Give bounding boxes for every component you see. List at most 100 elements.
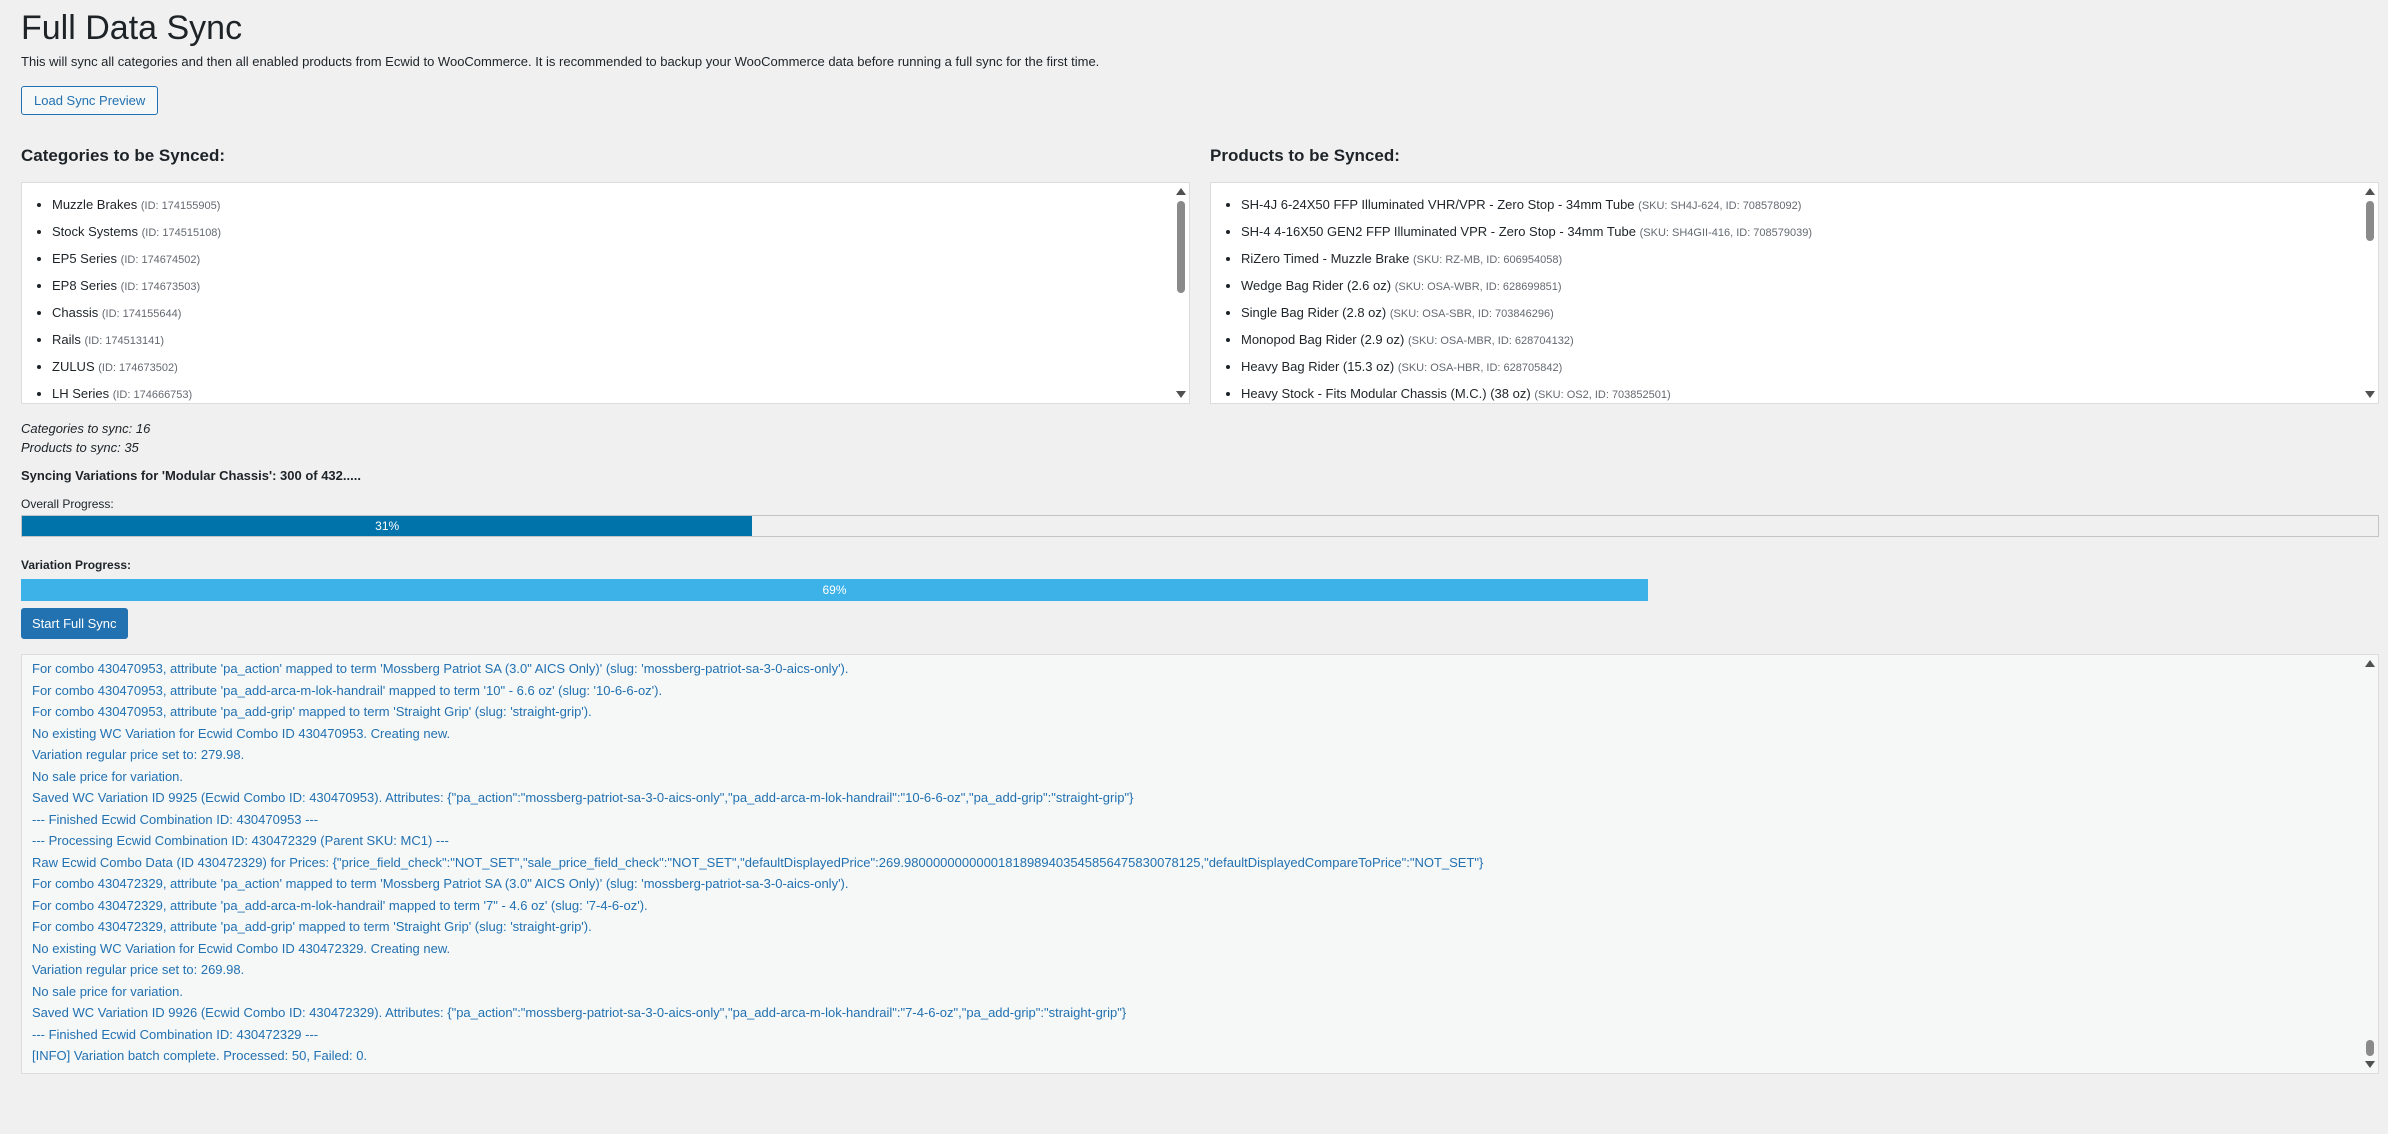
item-meta: (SKU: SH4GII-416, ID: 708579039) xyxy=(1639,227,1813,239)
log-line: [INFO] Variation batch complete. Process… xyxy=(32,1048,368,1063)
item-name: Stock Systems xyxy=(52,224,138,239)
log-line: No existing WC Variation for Ecwid Combo… xyxy=(32,940,451,956)
log-line: Saved WC Variation ID 9926 (Ecwid Combo … xyxy=(32,1005,1127,1020)
item-name: LH Series xyxy=(52,386,110,401)
log-line: Variation regular price set to: 269.98. xyxy=(32,962,245,977)
scroll-up-icon[interactable] xyxy=(2365,188,2375,195)
variation-progress-bar: 69% xyxy=(21,579,2379,601)
item-meta: (SKU: RZ-MB, ID: 606954058) xyxy=(1412,254,1563,266)
page-description: This will sync all categories and then a… xyxy=(21,54,1100,69)
log-scrollbar[interactable] xyxy=(2362,655,2378,1073)
item-name: ZULUS xyxy=(52,359,95,374)
item-meta: (SKU: OSA-MBR, ID: 628704132) xyxy=(1407,335,1574,347)
item-name: Monopod Bag Rider (2.9 oz) xyxy=(1241,332,1405,347)
log-line: For combo 430472329, attribute 'pa_actio… xyxy=(32,876,849,891)
categories-title: Categories to be Synced: xyxy=(21,146,226,165)
item-name: Muzzle Brakes xyxy=(52,197,138,212)
scroll-thumb[interactable] xyxy=(1177,201,1185,293)
categories-items: Muzzle Brakes (ID: 174155905)Stock Syste… xyxy=(22,183,1189,403)
categories-scrollbar[interactable] xyxy=(1173,183,1189,403)
item-name: EP5 Series xyxy=(52,251,118,266)
item-name: Rails xyxy=(52,332,81,347)
categories-count: Categories to sync: 16 xyxy=(21,421,151,436)
list-item: Monopod Bag Rider (2.9 oz) (SKU: OSA-MBR… xyxy=(1241,326,2378,353)
item-meta: (SKU: OSA-SBR, ID: 703846296) xyxy=(1389,308,1554,320)
item-meta: (ID: 174666753) xyxy=(112,389,193,401)
categories-list[interactable]: Muzzle Brakes (ID: 174155905)Stock Syste… xyxy=(21,182,1190,404)
list-item: EP8 Series (ID: 174673503) xyxy=(52,272,1189,299)
item-name: Wedge Bag Rider (2.6 oz) xyxy=(1241,278,1392,293)
list-item: Muzzle Brakes (ID: 174155905) xyxy=(52,191,1189,218)
list-item: Chassis (ID: 174155644) xyxy=(52,299,1189,326)
log-line: For combo 430472329, attribute 'pa_add-g… xyxy=(32,919,592,934)
item-name: SH-4 4-16X50 GEN2 FFP Illuminated VPR - … xyxy=(1241,224,1636,239)
log-line: No sale price for variation. xyxy=(32,983,184,999)
list-item: ZULUS (ID: 174673502) xyxy=(52,353,1189,380)
list-item: Wedge Bag Rider (2.6 oz) (SKU: OSA-WBR, … xyxy=(1241,272,2378,299)
list-item: Heavy Bag Rider (15.3 oz) (SKU: OSA-HBR,… xyxy=(1241,353,2378,380)
item-meta: (SKU: OSA-WBR, ID: 628699851) xyxy=(1394,281,1562,293)
item-meta: (SKU: SH4J-624, ID: 708578092) xyxy=(1638,200,1802,212)
list-item: LH Series (ID: 174666753) xyxy=(52,380,1189,403)
log-line: No existing WC Variation for Ecwid Combo… xyxy=(32,725,451,741)
scroll-down-icon[interactable] xyxy=(2365,391,2375,398)
item-name: Heavy Bag Rider (15.3 oz) xyxy=(1241,359,1395,374)
page-title: Full Data Sync xyxy=(21,9,243,47)
scroll-thumb[interactable] xyxy=(2366,1040,2374,1056)
item-name: RiZero Timed - Muzzle Brake xyxy=(1241,251,1410,266)
log-line: Saved WC Variation ID 9925 (Ecwid Combo … xyxy=(32,790,1134,805)
item-meta: (ID: 174673502) xyxy=(98,362,178,374)
overall-progress-bar: 31% xyxy=(21,515,2379,537)
log-line: No sale price for variation. xyxy=(32,768,184,784)
products-scrollbar[interactable] xyxy=(2362,183,2378,403)
sync-log[interactable]: For combo 430470953, attribute 'pa_actio… xyxy=(21,654,2379,1074)
log-line: For combo 430470953, attribute 'pa_add-g… xyxy=(32,704,592,719)
item-name: SH-4J 6-24X50 FFP Illuminated VHR/VPR - … xyxy=(1241,197,1635,212)
start-full-sync-button[interactable]: Start Full Sync xyxy=(21,608,128,639)
item-meta: (SKU: OS2, ID: 703852501) xyxy=(1534,389,1671,401)
scroll-thumb[interactable] xyxy=(2366,201,2374,241)
item-name: Heavy Stock - Fits Modular Chassis (M.C.… xyxy=(1241,386,1531,401)
list-item: SH-4J 6-24X50 FFP Illuminated VHR/VPR - … xyxy=(1241,191,2378,218)
log-line: --- Finished Ecwid Combination ID: 43047… xyxy=(32,1026,319,1042)
list-item: Single Bag Rider (2.8 oz) (SKU: OSA-SBR,… xyxy=(1241,299,2378,326)
item-meta: (ID: 174674502) xyxy=(120,254,201,266)
log-line: Raw Ecwid Combo Data (ID 430472329) for … xyxy=(32,854,1484,870)
log-lines: For combo 430470953, attribute 'pa_actio… xyxy=(22,655,2378,1067)
item-meta: (ID: 174515108) xyxy=(141,227,222,239)
products-list[interactable]: SH-4J 6-24X50 FFP Illuminated VHR/VPR - … xyxy=(1210,182,2379,404)
item-meta: (SKU: OSA-HBR, ID: 628705842) xyxy=(1397,362,1563,374)
scroll-up-icon[interactable] xyxy=(2365,660,2375,667)
variation-progress-label: Variation Progress: xyxy=(21,558,132,572)
products-title: Products to be Synced: xyxy=(1210,146,1400,165)
list-item: Stock Systems (ID: 174515108) xyxy=(52,218,1189,245)
load-sync-preview-button[interactable]: Load Sync Preview xyxy=(21,86,159,115)
item-name: Chassis xyxy=(52,305,99,320)
log-line: For combo 430470953, attribute 'pa_add-a… xyxy=(32,682,663,698)
item-meta: (ID: 174155905) xyxy=(140,200,221,212)
item-name: Single Bag Rider (2.8 oz) xyxy=(1241,305,1387,320)
list-item: Rails (ID: 174513141) xyxy=(52,326,1189,353)
scroll-down-icon[interactable] xyxy=(2365,1061,2375,1068)
item-name: EP8 Series xyxy=(52,278,118,293)
item-meta: (ID: 174155644) xyxy=(101,308,182,320)
log-line: For combo 430472329, attribute 'pa_add-a… xyxy=(32,897,648,913)
list-item: EP5 Series (ID: 174674502) xyxy=(52,245,1189,272)
list-item: Heavy Stock - Fits Modular Chassis (M.C.… xyxy=(1241,380,2378,403)
item-meta: (ID: 174513141) xyxy=(84,335,165,347)
list-item: RiZero Timed - Muzzle Brake (SKU: RZ-MB,… xyxy=(1241,245,2378,272)
products-count: Products to sync: 35 xyxy=(21,440,139,455)
overall-progress-fill: 31% xyxy=(22,516,753,536)
variation-progress-fill: 69% xyxy=(21,579,1649,601)
scroll-down-icon[interactable] xyxy=(1176,391,1186,398)
log-line: For combo 430470953, attribute 'pa_actio… xyxy=(32,661,849,676)
sync-status-text: Syncing Variations for 'Modular Chassis'… xyxy=(21,468,361,483)
list-item: SH-4 4-16X50 GEN2 FFP Illuminated VPR - … xyxy=(1241,218,2378,245)
overall-progress-label: Overall Progress: xyxy=(21,497,114,511)
products-items: SH-4J 6-24X50 FFP Illuminated VHR/VPR - … xyxy=(1211,183,2378,403)
log-line: --- Processing Ecwid Combination ID: 430… xyxy=(32,833,449,848)
log-line: Variation regular price set to: 279.98. xyxy=(32,747,245,762)
item-meta: (ID: 174673503) xyxy=(120,281,201,293)
scroll-up-icon[interactable] xyxy=(1176,188,1186,195)
log-line: --- Finished Ecwid Combination ID: 43047… xyxy=(32,811,319,827)
